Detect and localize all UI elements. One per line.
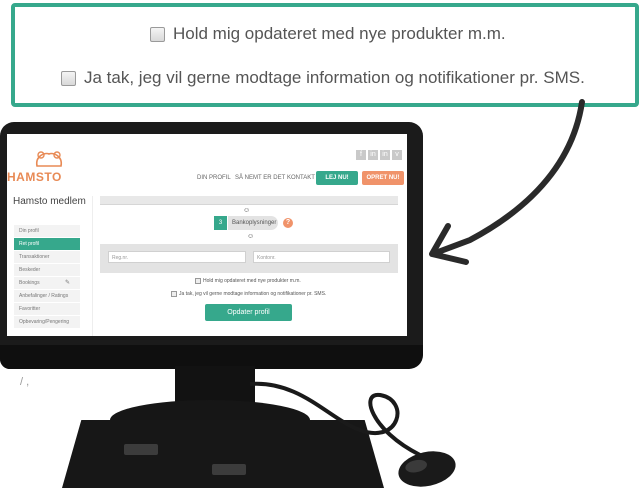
account-number-input[interactable]: Kontonr.: [253, 251, 390, 263]
site-header: HAMSTO f in in v DIN PROFIL SÅ NEMT ER D…: [7, 134, 407, 194]
newsletter-checkbox-label: Hold mig opdateret med nye produkter m.m…: [203, 278, 301, 284]
linkedin-icon[interactable]: in: [380, 150, 390, 160]
sidebar-item-messages[interactable]: Beskeder: [14, 264, 80, 277]
newsletter-checkbox-row[interactable]: Hold mig opdateret med nye produkter m.m…: [195, 278, 301, 284]
instagram-icon[interactable]: in: [368, 150, 378, 160]
sms-checkbox[interactable]: [171, 291, 177, 297]
sidebar-item-edit-profile[interactable]: Ret profil: [14, 238, 80, 251]
update-profile-button[interactable]: Opdater profil: [205, 304, 292, 321]
content-divider: [92, 196, 93, 336]
monitor-screen: HAMSTO f in in v DIN PROFIL SÅ NEMT ER D…: [7, 134, 407, 336]
rent-now-button[interactable]: LEJ NU!: [316, 171, 358, 185]
user-icon: ☺: [247, 233, 255, 240]
sidebar-item-storage[interactable]: Opbevaring/Pengering: [14, 316, 80, 329]
step-label: Bankoplysninger: [228, 216, 278, 230]
step-number: 3: [214, 216, 227, 230]
facebook-icon[interactable]: f: [356, 150, 366, 160]
newsletter-checkbox[interactable]: [195, 278, 201, 284]
nav-contact[interactable]: KONTAKT: [287, 175, 315, 181]
social-links: f in in v: [356, 150, 402, 160]
user-icon: ☺: [243, 207, 251, 214]
bank-details-panel: Reg.nr. Kontonr.: [100, 244, 398, 273]
help-icon[interactable]: ?: [283, 218, 293, 228]
sms-checkbox-row[interactable]: Ja tak, jeg vil gerne modtage informatio…: [171, 291, 326, 297]
sidebar-item-profile[interactable]: Din profil: [14, 225, 80, 238]
create-now-button[interactable]: OPRET NU!: [362, 171, 404, 185]
previous-section-panel: [100, 196, 398, 205]
nav-profile[interactable]: DIN PROFIL: [197, 175, 231, 181]
sidebar-item-favorites[interactable]: Favoritter: [14, 303, 80, 316]
sidebar-menu: Din profil Ret profil Transaktioner Besk…: [14, 225, 80, 329]
logo-text[interactable]: HAMSTO: [7, 170, 62, 184]
vimeo-icon[interactable]: v: [392, 150, 402, 160]
page-title: Hamsto medlem: [13, 196, 86, 207]
sms-checkbox-label: Ja tak, jeg vil gerne modtage informatio…: [179, 291, 327, 297]
reg-number-input[interactable]: Reg.nr.: [108, 251, 246, 263]
sidebar-item-bookings[interactable]: Bookings ✎: [14, 277, 80, 290]
nav-how-it-works[interactable]: SÅ NEMT ER DET: [235, 175, 285, 181]
mouse-button: [404, 458, 429, 475]
pencil-icon: ✎: [64, 280, 70, 286]
sidebar-item-ratings[interactable]: Anbefalinger / Ratings: [14, 290, 80, 303]
scribble-decoration: / ,: [20, 376, 30, 388]
sidebar-item-transactions[interactable]: Transaktioner: [14, 251, 80, 264]
sidebar-item-label: Bookings: [19, 280, 40, 286]
hamster-logo-icon: [35, 151, 63, 167]
